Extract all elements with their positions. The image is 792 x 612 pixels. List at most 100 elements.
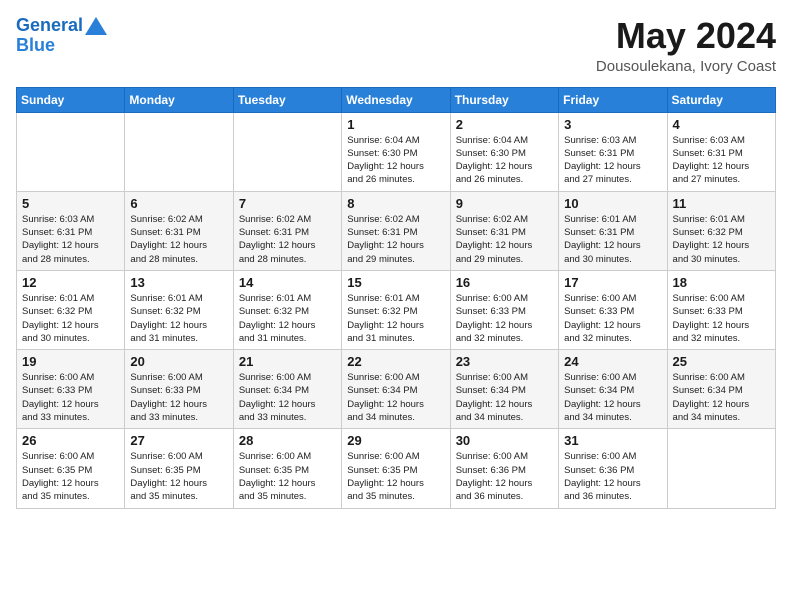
calendar-cell — [17, 112, 125, 191]
calendar-cell: 26 Sunrise: 6:00 AM Sunset: 6:35 PM Dayli… — [17, 429, 125, 508]
day-number: 26 — [22, 433, 119, 448]
day-info: Sunrise: 6:00 AM Sunset: 6:34 PM Dayligh… — [347, 371, 444, 424]
calendar-cell: 9Sunrise: 6:02 AM Sunset: 6:31 PM Daylig… — [450, 191, 558, 270]
day-info: Sunrise: 6:00 AM Sunset: 6:33 PM Dayligh… — [673, 292, 770, 345]
calendar-cell: 6Sunrise: 6:02 AM Sunset: 6:31 PM Daylig… — [125, 191, 233, 270]
calendar-cell: 17 Sunrise: 6:00 AM Sunset: 6:33 PM Dayli… — [559, 270, 667, 349]
page-header: General Blue May 2024 Dousoulekana, Ivor… — [16, 16, 776, 75]
calendar-cell: 15Sunrise: 6:01 AM Sunset: 6:32 PM Dayli… — [342, 270, 450, 349]
day-number: 10 — [564, 196, 661, 211]
day-info: Sunrise: 6:00 AM Sunset: 6:33 PM Dayligh… — [130, 371, 227, 424]
calendar-cell: 2 Sunrise: 6:04 AM Sunset: 6:30 PM Daylig… — [450, 112, 558, 191]
day-info: Sunrise: 6:00 AM Sunset: 6:34 PM Dayligh… — [239, 371, 336, 424]
calendar-cell: 3 Sunrise: 6:03 AM Sunset: 6:31 PM Daylig… — [559, 112, 667, 191]
day-number: 29 — [347, 433, 444, 448]
day-number: 20 — [130, 354, 227, 369]
day-info: Sunrise: 6:01 AM Sunset: 6:32 PM Dayligh… — [130, 292, 227, 345]
day-number: 24 — [564, 354, 661, 369]
day-info: Sunrise: 6:02 AM Sunset: 6:31 PM Dayligh… — [130, 213, 227, 266]
calendar-week-3: 19 Sunrise: 6:00 AM Sunset: 6:33 PM Dayli… — [17, 350, 776, 429]
calendar-cell — [125, 112, 233, 191]
day-info: Sunrise: 6:00 AM Sunset: 6:35 PM Dayligh… — [130, 450, 227, 503]
day-info: Sunrise: 6:00 AM Sunset: 6:34 PM Dayligh… — [564, 371, 661, 424]
day-info: Sunrise: 6:00 AM Sunset: 6:33 PM Dayligh… — [456, 292, 553, 345]
day-info: Sunrise: 6:00 AM Sunset: 6:35 PM Dayligh… — [22, 450, 119, 503]
day-number: 23 — [456, 354, 553, 369]
day-number: 8 — [347, 196, 444, 211]
calendar-cell: 29 Sunrise: 6:00 AM Sunset: 6:35 PM Dayli… — [342, 429, 450, 508]
day-info: Sunrise: 6:01 AM Sunset: 6:32 PM Dayligh… — [239, 292, 336, 345]
day-number: 1 — [347, 117, 444, 132]
calendar-cell: 14 Sunrise: 6:01 AM Sunset: 6:32 PM Dayli… — [233, 270, 341, 349]
weekday-row: SundayMondayTuesdayWednesdayThursdayFrid… — [17, 87, 776, 112]
weekday-header-sunday: Sunday — [17, 87, 125, 112]
day-info: Sunrise: 6:01 AM Sunset: 6:32 PM Dayligh… — [22, 292, 119, 345]
day-info: Sunrise: 6:00 AM Sunset: 6:33 PM Dayligh… — [564, 292, 661, 345]
weekday-header-saturday: Saturday — [667, 87, 775, 112]
day-info: Sunrise: 6:04 AM Sunset: 6:30 PM Dayligh… — [456, 134, 553, 187]
day-number: 11 — [673, 196, 770, 211]
logo-text: General — [16, 16, 83, 36]
weekday-header-wednesday: Wednesday — [342, 87, 450, 112]
weekday-header-friday: Friday — [559, 87, 667, 112]
day-number: 17 — [564, 275, 661, 290]
day-number: 16 — [456, 275, 553, 290]
logo-blue: Blue — [16, 36, 107, 54]
day-info: Sunrise: 6:02 AM Sunset: 6:31 PM Dayligh… — [239, 213, 336, 266]
day-info: Sunrise: 6:01 AM Sunset: 6:31 PM Dayligh… — [564, 213, 661, 266]
calendar-cell: 16 Sunrise: 6:00 AM Sunset: 6:33 PM Dayli… — [450, 270, 558, 349]
title-block: May 2024 Dousoulekana, Ivory Coast — [596, 16, 776, 75]
day-info: Sunrise: 6:00 AM Sunset: 6:35 PM Dayligh… — [239, 450, 336, 503]
weekday-header-tuesday: Tuesday — [233, 87, 341, 112]
calendar-cell: 11Sunrise: 6:01 AM Sunset: 6:32 PM Dayli… — [667, 191, 775, 270]
calendar-table: SundayMondayTuesdayWednesdayThursdayFrid… — [16, 87, 776, 509]
day-info: Sunrise: 6:02 AM Sunset: 6:31 PM Dayligh… — [347, 213, 444, 266]
calendar-cell: 28 Sunrise: 6:00 AM Sunset: 6:35 PM Dayli… — [233, 429, 341, 508]
logo-icon — [85, 17, 107, 35]
day-info: Sunrise: 6:00 AM Sunset: 6:36 PM Dayligh… — [456, 450, 553, 503]
day-number: 31 — [564, 433, 661, 448]
calendar-cell: 24 Sunrise: 6:00 AM Sunset: 6:34 PM Dayli… — [559, 350, 667, 429]
day-number: 14 — [239, 275, 336, 290]
day-number: 3 — [564, 117, 661, 132]
calendar-cell: 4Sunrise: 6:03 AM Sunset: 6:31 PM Daylig… — [667, 112, 775, 191]
day-number: 5 — [22, 196, 119, 211]
day-number: 22 — [347, 354, 444, 369]
calendar-cell: 23 Sunrise: 6:00 AM Sunset: 6:34 PM Dayli… — [450, 350, 558, 429]
day-number: 2 — [456, 117, 553, 132]
calendar-cell: 8 Sunrise: 6:02 AM Sunset: 6:31 PM Daylig… — [342, 191, 450, 270]
calendar-cell — [667, 429, 775, 508]
calendar-header: SundayMondayTuesdayWednesdayThursdayFrid… — [17, 87, 776, 112]
calendar-week-0: 1 Sunrise: 6:04 AM Sunset: 6:30 PM Daylig… — [17, 112, 776, 191]
calendar-body: 1 Sunrise: 6:04 AM Sunset: 6:30 PM Daylig… — [17, 112, 776, 508]
day-info: Sunrise: 6:00 AM Sunset: 6:34 PM Dayligh… — [456, 371, 553, 424]
day-info: Sunrise: 6:03 AM Sunset: 6:31 PM Dayligh… — [22, 213, 119, 266]
calendar-week-2: 12Sunrise: 6:01 AM Sunset: 6:32 PM Dayli… — [17, 270, 776, 349]
calendar-cell: 7Sunrise: 6:02 AM Sunset: 6:31 PM Daylig… — [233, 191, 341, 270]
day-info: Sunrise: 6:00 AM Sunset: 6:36 PM Dayligh… — [564, 450, 661, 503]
calendar-cell: 18 Sunrise: 6:00 AM Sunset: 6:33 PM Dayli… — [667, 270, 775, 349]
day-number: 19 — [22, 354, 119, 369]
day-info: Sunrise: 6:02 AM Sunset: 6:31 PM Dayligh… — [456, 213, 553, 266]
day-number: 18 — [673, 275, 770, 290]
calendar-cell: 30 Sunrise: 6:00 AM Sunset: 6:36 PM Dayli… — [450, 429, 558, 508]
calendar-cell — [233, 112, 341, 191]
day-info: Sunrise: 6:04 AM Sunset: 6:30 PM Dayligh… — [347, 134, 444, 187]
calendar-week-1: 5 Sunrise: 6:03 AM Sunset: 6:31 PM Daylig… — [17, 191, 776, 270]
calendar-cell: 13Sunrise: 6:01 AM Sunset: 6:32 PM Dayli… — [125, 270, 233, 349]
calendar-cell: 31 Sunrise: 6:00 AM Sunset: 6:36 PM Dayli… — [559, 429, 667, 508]
day-info: Sunrise: 6:03 AM Sunset: 6:31 PM Dayligh… — [564, 134, 661, 187]
location: Dousoulekana, Ivory Coast — [596, 58, 776, 75]
calendar-cell: 20 Sunrise: 6:00 AM Sunset: 6:33 PM Dayli… — [125, 350, 233, 429]
calendar-cell: 1 Sunrise: 6:04 AM Sunset: 6:30 PM Daylig… — [342, 112, 450, 191]
weekday-header-monday: Monday — [125, 87, 233, 112]
day-number: 30 — [456, 433, 553, 448]
day-info: Sunrise: 6:00 AM Sunset: 6:33 PM Dayligh… — [22, 371, 119, 424]
day-number: 25 — [673, 354, 770, 369]
calendar-week-4: 26 Sunrise: 6:00 AM Sunset: 6:35 PM Dayli… — [17, 429, 776, 508]
day-number: 28 — [239, 433, 336, 448]
day-info: Sunrise: 6:00 AM Sunset: 6:35 PM Dayligh… — [347, 450, 444, 503]
day-number: 27 — [130, 433, 227, 448]
month-title: May 2024 — [596, 16, 776, 56]
calendar-cell: 5 Sunrise: 6:03 AM Sunset: 6:31 PM Daylig… — [17, 191, 125, 270]
